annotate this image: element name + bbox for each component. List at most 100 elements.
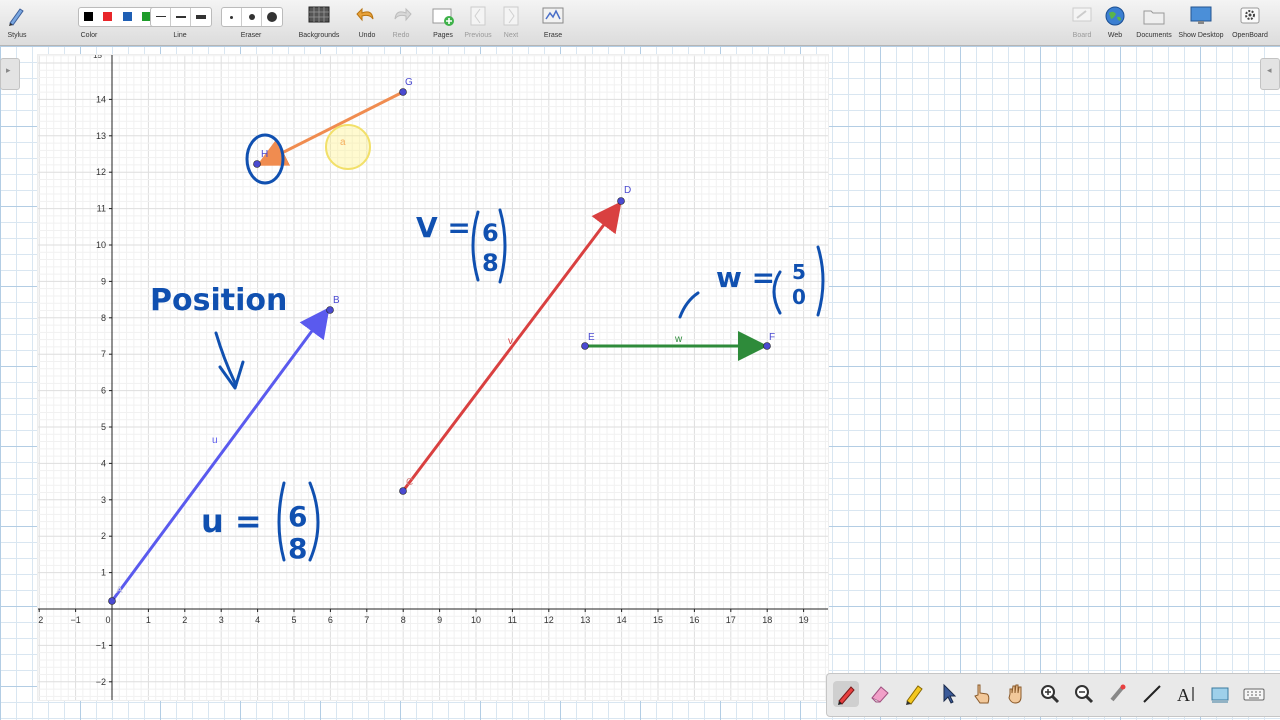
- eraser-medium[interactable]: [242, 8, 262, 26]
- x-tick-label: 12: [544, 615, 554, 625]
- x-tick-label: 16: [689, 615, 699, 625]
- x-tick-label: 11: [508, 615, 517, 625]
- laser-pointer-tool[interactable]: [1105, 681, 1131, 707]
- y-tick-label: 10: [96, 240, 106, 250]
- text-tool[interactable]: A: [1173, 681, 1199, 707]
- highlighter-icon: [906, 685, 923, 705]
- ink-w-bottom: 0: [792, 285, 806, 309]
- point-C[interactable]: [399, 487, 407, 495]
- point-F[interactable]: [763, 342, 771, 350]
- x-tick-label: 8: [401, 615, 406, 625]
- point-E[interactable]: [581, 342, 589, 350]
- x-tick-labels: -2−1012345678910111213141516171819: [38, 609, 809, 625]
- pages-button[interactable]: Pages: [428, 0, 458, 45]
- point-B[interactable]: [326, 306, 334, 314]
- coordinate-plane[interactable]: -2−1012345678910111213141516171819 14131…: [38, 55, 828, 700]
- interact-tool[interactable]: [969, 681, 995, 707]
- point-H[interactable]: [253, 160, 261, 168]
- label-D: D: [624, 185, 631, 196]
- y-tick-label: 11: [97, 204, 106, 214]
- desktop-icon: [1190, 6, 1212, 24]
- pointer-tool[interactable]: [935, 681, 961, 707]
- board-button[interactable]: Board: [1066, 0, 1098, 45]
- x-tick-label: 7: [364, 615, 369, 625]
- ink-tick-mark: [678, 291, 700, 319]
- stylus-icon: [9, 8, 24, 26]
- documents-button[interactable]: Documents: [1134, 0, 1174, 45]
- color-blue[interactable]: [123, 12, 132, 21]
- ink-v-equals: V =: [416, 211, 471, 244]
- gear-icon: [1240, 7, 1260, 24]
- openboard-menu-button[interactable]: OpenBoard: [1228, 0, 1272, 45]
- erase-board-icon: [542, 7, 564, 24]
- previous-page-icon: [470, 6, 486, 26]
- pointing-hand-icon: [974, 684, 990, 704]
- right-palette-toggle[interactable]: ◂: [1260, 58, 1280, 90]
- erase-button[interactable]: Erase: [538, 0, 568, 45]
- ink-u-top: 6: [288, 500, 307, 533]
- color-black[interactable]: [84, 12, 93, 21]
- text-icon: A: [1177, 685, 1194, 705]
- y-tick-label: 5: [101, 422, 106, 432]
- hand-tool[interactable]: [1003, 681, 1029, 707]
- label-C: C: [406, 477, 413, 488]
- point-G[interactable]: [399, 88, 407, 96]
- eraser-tool[interactable]: [867, 681, 893, 707]
- y-tick-label: 9: [101, 276, 106, 286]
- capture-icon: [1211, 687, 1229, 703]
- y-tick-label: 3: [101, 495, 106, 505]
- label-F: F: [769, 332, 775, 343]
- x-tick-label: 14: [617, 615, 627, 625]
- y-tick-label: −2: [96, 677, 106, 687]
- y-tick-label: 12: [96, 167, 106, 177]
- ink-u-bottom: 8: [288, 532, 307, 565]
- ink-w-top: 5: [792, 260, 806, 284]
- label-B: B: [333, 295, 340, 306]
- web-button[interactable]: Web: [1100, 0, 1130, 45]
- y-tick-label: 7: [101, 349, 106, 359]
- zoom-in-tool[interactable]: [1037, 681, 1063, 707]
- virtual-keyboard-tool[interactable]: [1241, 681, 1267, 707]
- point-A[interactable]: [108, 597, 116, 605]
- line-thick[interactable]: [191, 8, 210, 26]
- x-tick-label: -2: [38, 615, 43, 625]
- previous-button[interactable]: Previous: [460, 0, 496, 45]
- highlighter-tool[interactable]: [901, 681, 927, 707]
- pen-tool[interactable]: [833, 681, 859, 707]
- x-tick-label: 17: [726, 615, 736, 625]
- line-tool[interactable]: [1139, 681, 1165, 707]
- zoom-out-tool[interactable]: [1071, 681, 1097, 707]
- undo-button[interactable]: Undo: [352, 0, 382, 45]
- next-button[interactable]: Next: [498, 0, 524, 45]
- line-medium[interactable]: [171, 8, 191, 26]
- zoom-out-icon: [1075, 685, 1094, 704]
- color-red[interactable]: [103, 12, 112, 21]
- ink-w-equals: w =: [716, 261, 775, 294]
- axes: [38, 55, 828, 700]
- show-desktop-button[interactable]: Show Desktop: [1176, 0, 1226, 45]
- point-D[interactable]: [617, 197, 625, 205]
- add-page-icon: [432, 8, 454, 26]
- capture-tool[interactable]: [1207, 681, 1233, 707]
- x-tick-label: 4: [255, 615, 260, 625]
- eraser-small[interactable]: [222, 8, 242, 26]
- graph-widget[interactable]: -2−1012345678910111213141516171819 14131…: [38, 55, 828, 700]
- backgrounds-button[interactable]: Backgrounds: [294, 0, 344, 45]
- left-palette-toggle[interactable]: ▸: [0, 58, 20, 90]
- x-tick-label: 6: [328, 615, 333, 625]
- redo-icon: [394, 7, 412, 22]
- x-tick-label: 10: [471, 615, 481, 625]
- ink-v-bottom: 8: [482, 249, 499, 277]
- label-vector-u: u: [212, 435, 218, 446]
- eraser-large[interactable]: [262, 8, 281, 26]
- main-toolbar: Stylus Color Line Eraser Backgrounds Und…: [0, 0, 1280, 46]
- line-thin[interactable]: [151, 8, 171, 26]
- label-vector-w: w: [674, 334, 683, 345]
- y-tick-label: 2: [101, 531, 106, 541]
- chevron-left-icon: ◂: [1267, 65, 1272, 75]
- x-tick-label: 3: [219, 615, 224, 625]
- eraser-group: Eraser: [219, 0, 283, 45]
- stylus-button[interactable]: Stylus: [0, 0, 34, 45]
- line-group: Line: [148, 0, 212, 45]
- redo-button[interactable]: Redo: [386, 0, 416, 45]
